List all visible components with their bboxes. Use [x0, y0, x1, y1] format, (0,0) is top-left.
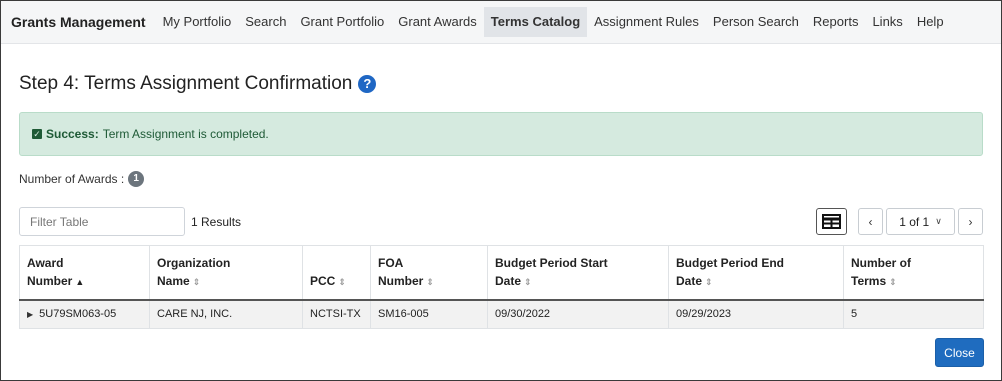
col-number-of-terms[interactable]: Number of Terms ⇕	[843, 245, 984, 301]
cell-budget-end: 09/29/2023	[668, 299, 844, 329]
app-window: Grants Management My Portfolio Search Gr…	[0, 0, 1002, 381]
sort-icon: ⇕	[705, 277, 713, 287]
awards-count-label: Number of Awards :	[19, 172, 125, 186]
nav-terms-catalog[interactable]: Terms Catalog	[483, 7, 588, 37]
col-budget-end[interactable]: Budget Period End Date ⇕	[668, 245, 844, 301]
help-circle-icon[interactable]: ?	[358, 75, 377, 93]
nav-assignment-rules[interactable]: Assignment Rules	[587, 7, 706, 37]
awards-table: Award Number ▲ Organization Name ⇕ PCC ⇕ FO…	[19, 245, 984, 329]
pager-next-button[interactable]: ›	[958, 208, 983, 235]
col-foa-number[interactable]: FOA Number ⇕	[370, 245, 488, 301]
nav-reports[interactable]: Reports	[806, 7, 866, 37]
success-alert: ✓ Success: Term Assignment is completed.	[19, 112, 983, 156]
sort-icon: ⇕	[889, 277, 897, 287]
alert-strong: Success:	[46, 127, 99, 141]
awards-count-badge: 1	[128, 171, 145, 187]
col-label-line2: Terms	[851, 274, 887, 288]
nav-person-search[interactable]: Person Search	[706, 7, 806, 37]
col-award-number[interactable]: Award Number ▲	[19, 245, 150, 301]
col-organization-name[interactable]: Organization Name ⇕	[149, 245, 303, 301]
nav-grant-awards[interactable]: Grant Awards	[391, 7, 484, 37]
pager-prev-button[interactable]: ‹	[858, 208, 883, 235]
col-label-line2: Number	[27, 274, 73, 288]
filter-table-input[interactable]	[19, 207, 185, 236]
page-title: Step 4: Terms Assignment Confirmation ?	[19, 73, 377, 95]
nav-links[interactable]: Links	[865, 7, 909, 37]
check-square-icon: ✓	[32, 129, 42, 139]
cell-pcc: NCTSI-TX	[302, 299, 371, 329]
table-grid-icon[interactable]	[816, 208, 847, 235]
col-pcc[interactable]: PCC ⇕	[302, 245, 371, 301]
page-select[interactable]: 1 of 1 ∨	[886, 208, 955, 235]
sort-icon: ⇕	[192, 277, 201, 287]
col-budget-start[interactable]: Budget Period Start Date ⇕	[487, 245, 669, 301]
col-label-line1: Budget Period End	[676, 256, 784, 270]
results-count: 1 Results	[191, 215, 242, 229]
table-row[interactable]: ▶ 5U79SM063-05 CARE NJ, INC. NCTSI-TX SM1…	[19, 299, 984, 329]
cell-foa-number: SM16-005	[370, 299, 488, 329]
col-label-line1: Award	[27, 256, 64, 270]
col-label-line2: Name	[157, 274, 190, 288]
col-label-line2: Date	[676, 274, 703, 288]
col-label-line1: FOA	[378, 256, 404, 270]
col-label-line2: Date	[495, 274, 522, 288]
col-label-line2: Number	[378, 274, 424, 288]
top-nav: Grants Management My Portfolio Search Gr…	[1, 1, 1001, 44]
col-label-line1: Budget Period Start	[495, 256, 608, 270]
cell-budget-start: 09/30/2022	[487, 299, 669, 329]
col-label-line1: Number of	[851, 256, 911, 270]
cell-text: 5U79SM063-05	[39, 308, 117, 321]
cell-organization-name: CARE NJ, INC.	[149, 299, 303, 329]
caret-right-icon[interactable]: ▶	[27, 310, 33, 319]
cell-number-of-terms: 5	[843, 299, 984, 329]
page-select-value: 1 of 1	[899, 214, 930, 229]
close-button[interactable]: Close	[935, 338, 984, 367]
awards-count: Number of Awards : 1	[19, 171, 145, 187]
nav-grant-portfolio[interactable]: Grant Portfolio	[293, 7, 391, 37]
col-label-line1: Organization	[157, 256, 231, 270]
nav-help[interactable]: Help	[910, 7, 951, 37]
sort-icon: ⇕	[426, 277, 434, 287]
sort-asc-icon: ▲	[75, 277, 85, 287]
chevron-down-icon: ∨	[935, 216, 942, 226]
sort-icon: ⇕	[524, 277, 532, 287]
sort-icon: ⇕	[338, 277, 346, 287]
alert-message: Term Assignment is completed.	[102, 127, 269, 141]
col-label-line2: PCC	[310, 274, 336, 288]
brand-title[interactable]: Grants Management	[11, 14, 146, 30]
nav-my-portfolio[interactable]: My Portfolio	[156, 7, 239, 37]
page-title-text: Step 4: Terms Assignment Confirmation	[19, 73, 353, 94]
nav-search[interactable]: Search	[238, 7, 293, 37]
cell-award-number[interactable]: ▶ 5U79SM063-05	[19, 299, 150, 329]
table-header-row: Award Number ▲ Organization Name ⇕ PCC ⇕ FO…	[19, 245, 984, 301]
